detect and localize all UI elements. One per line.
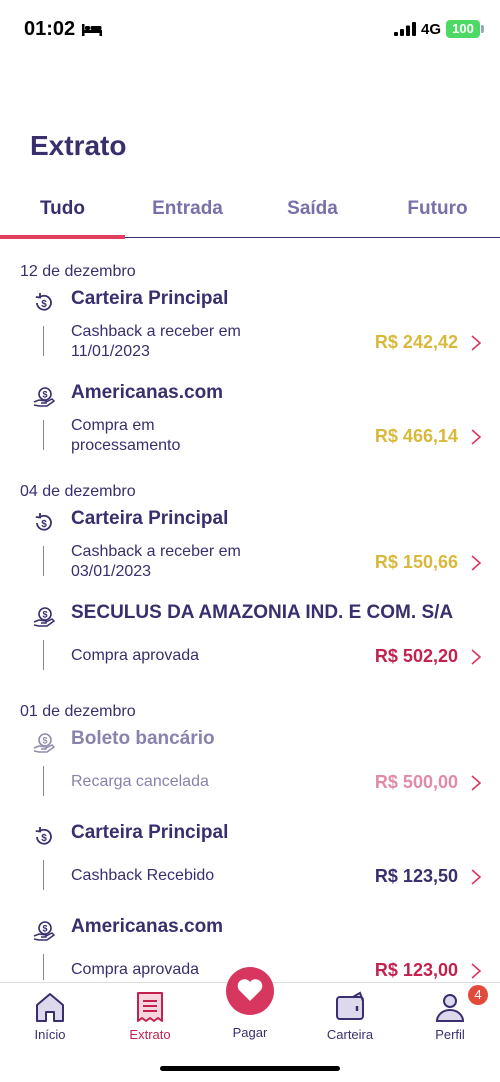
svg-text:$: $ <box>42 736 47 746</box>
transaction-amount: R$ 500,00 <box>374 772 458 792</box>
chevron-right-icon[interactable] <box>470 554 482 572</box>
transaction-amount: R$ 150,66 <box>374 552 458 572</box>
nav-home-label: Início <box>34 1027 66 1042</box>
nav-wallet[interactable]: Carteira <box>305 991 395 1042</box>
nav-statement[interactable]: Extrato <box>105 991 195 1042</box>
timeline-line <box>43 954 44 980</box>
receipt-icon <box>137 992 163 1022</box>
transaction-title: Boleto bancário <box>71 728 215 749</box>
svg-text:$: $ <box>41 833 47 844</box>
chevron-right-icon[interactable] <box>470 962 482 980</box>
transaction-item[interactable]: $ Americanas.com Compra em processamento… <box>0 376 500 470</box>
tab-futuro[interactable]: Futuro <box>375 190 500 237</box>
chevron-right-icon[interactable] <box>470 774 482 792</box>
date-header: 12 de dezembro <box>20 263 136 280</box>
transaction-item[interactable]: $ Carteira Principal Cashback Recebido R… <box>0 816 500 910</box>
cashback-icon: $ <box>35 293 52 311</box>
battery-icon: 100 <box>446 20 480 38</box>
transaction-list[interactable]: 12 de dezembro $ Carteira Principal Cash… <box>0 250 500 980</box>
timeline-line <box>43 766 44 796</box>
date-header: 04 de dezembro <box>20 483 136 500</box>
transaction-title: Carteira Principal <box>71 822 229 843</box>
timeline-line <box>43 326 44 356</box>
money-hand-icon: $ <box>33 921 55 941</box>
cashback-icon: $ <box>35 827 52 845</box>
tab-entrada[interactable]: Entrada <box>125 190 250 237</box>
cashback-icon: $ <box>35 513 52 531</box>
transaction-amount: R$ 502,20 <box>374 646 458 666</box>
tab-tudo[interactable]: Tudo <box>0 190 125 239</box>
nav-wallet-label: Carteira <box>326 1027 374 1042</box>
home-indicator <box>160 1066 340 1071</box>
nav-statement-label: Extrato <box>129 1027 171 1042</box>
money-hand-icon: $ <box>33 733 55 753</box>
transaction-title: Americanas.com <box>71 916 224 937</box>
transaction-description: Compra em processamento <box>71 417 181 454</box>
money-hand-icon: $ <box>33 387 55 407</box>
transaction-description: Cashback a receber em 11/01/2023 <box>71 323 241 360</box>
svg-text:$: $ <box>42 924 47 934</box>
home-icon <box>36 993 64 1022</box>
timeline-line <box>43 420 44 450</box>
network-type: 4G <box>421 21 442 38</box>
nav-profile-label: Perfil <box>435 1027 465 1042</box>
transaction-title: Carteira Principal <box>71 288 229 309</box>
svg-text:$: $ <box>41 519 47 530</box>
timeline-line <box>43 640 44 670</box>
transaction-title: Carteira Principal <box>71 508 229 529</box>
transaction-amount: R$ 123,50 <box>374 866 458 886</box>
transaction-description: Cashback Recebido <box>71 867 215 884</box>
status-bar: 01:02 4G 100 <box>0 0 500 60</box>
chevron-right-icon[interactable] <box>470 868 482 886</box>
nav-profile[interactable]: Perfil 4 <box>405 985 495 1042</box>
pay-button[interactable] <box>226 967 274 1015</box>
user-icon <box>435 994 465 1022</box>
battery-tip <box>481 25 484 33</box>
date-header: 01 de dezembro <box>20 703 136 720</box>
money-hand-icon: $ <box>33 607 55 627</box>
signal-icon <box>394 22 416 36</box>
status-time: 01:02 <box>24 18 76 40</box>
svg-text:$: $ <box>42 390 47 400</box>
transaction-title: Americanas.com <box>71 382 224 403</box>
transaction-description: Recarga cancelada <box>71 773 209 790</box>
timeline-line <box>43 860 44 890</box>
chevron-right-icon[interactable] <box>470 334 482 352</box>
sleep-mode-icon <box>82 24 102 36</box>
transaction-description: Compra aprovada <box>71 647 200 664</box>
chevron-right-icon[interactable] <box>470 428 482 446</box>
transaction-amount: R$ 123,00 <box>374 960 458 980</box>
page-title: Extrato <box>30 130 127 161</box>
tab-saida[interactable]: Saída <box>250 190 375 237</box>
nav-home[interactable]: Início <box>5 991 95 1042</box>
transaction-item[interactable]: $ Carteira Principal Cashback a receber … <box>0 502 500 596</box>
transaction-item[interactable]: $ Carteira Principal Cashback a receber … <box>0 282 500 376</box>
svg-text:$: $ <box>41 299 47 310</box>
wallet-icon <box>336 991 364 1020</box>
transaction-item[interactable]: $ Boleto bancário Recarga cancelada R$ 5… <box>0 722 500 816</box>
nav-pay-label: Pagar <box>232 1025 268 1040</box>
transaction-item[interactable]: $ SECULUS DA AMAZONIA IND. E COM. S/A Co… <box>0 596 500 690</box>
timeline-line <box>43 546 44 576</box>
transaction-amount: R$ 466,14 <box>374 426 458 446</box>
filter-tabs: Tudo Entrada Saída Futuro <box>0 190 500 239</box>
chevron-right-icon[interactable] <box>470 648 482 666</box>
transaction-title: SECULUS DA AMAZONIA IND. E COM. S/A <box>71 602 454 623</box>
heart-icon <box>237 979 263 1001</box>
notification-badge: 4 <box>468 985 488 1005</box>
svg-text:$: $ <box>42 610 47 620</box>
transaction-amount: R$ 242,42 <box>374 332 458 352</box>
transaction-description: Cashback a receber em 03/01/2023 <box>71 543 241 580</box>
